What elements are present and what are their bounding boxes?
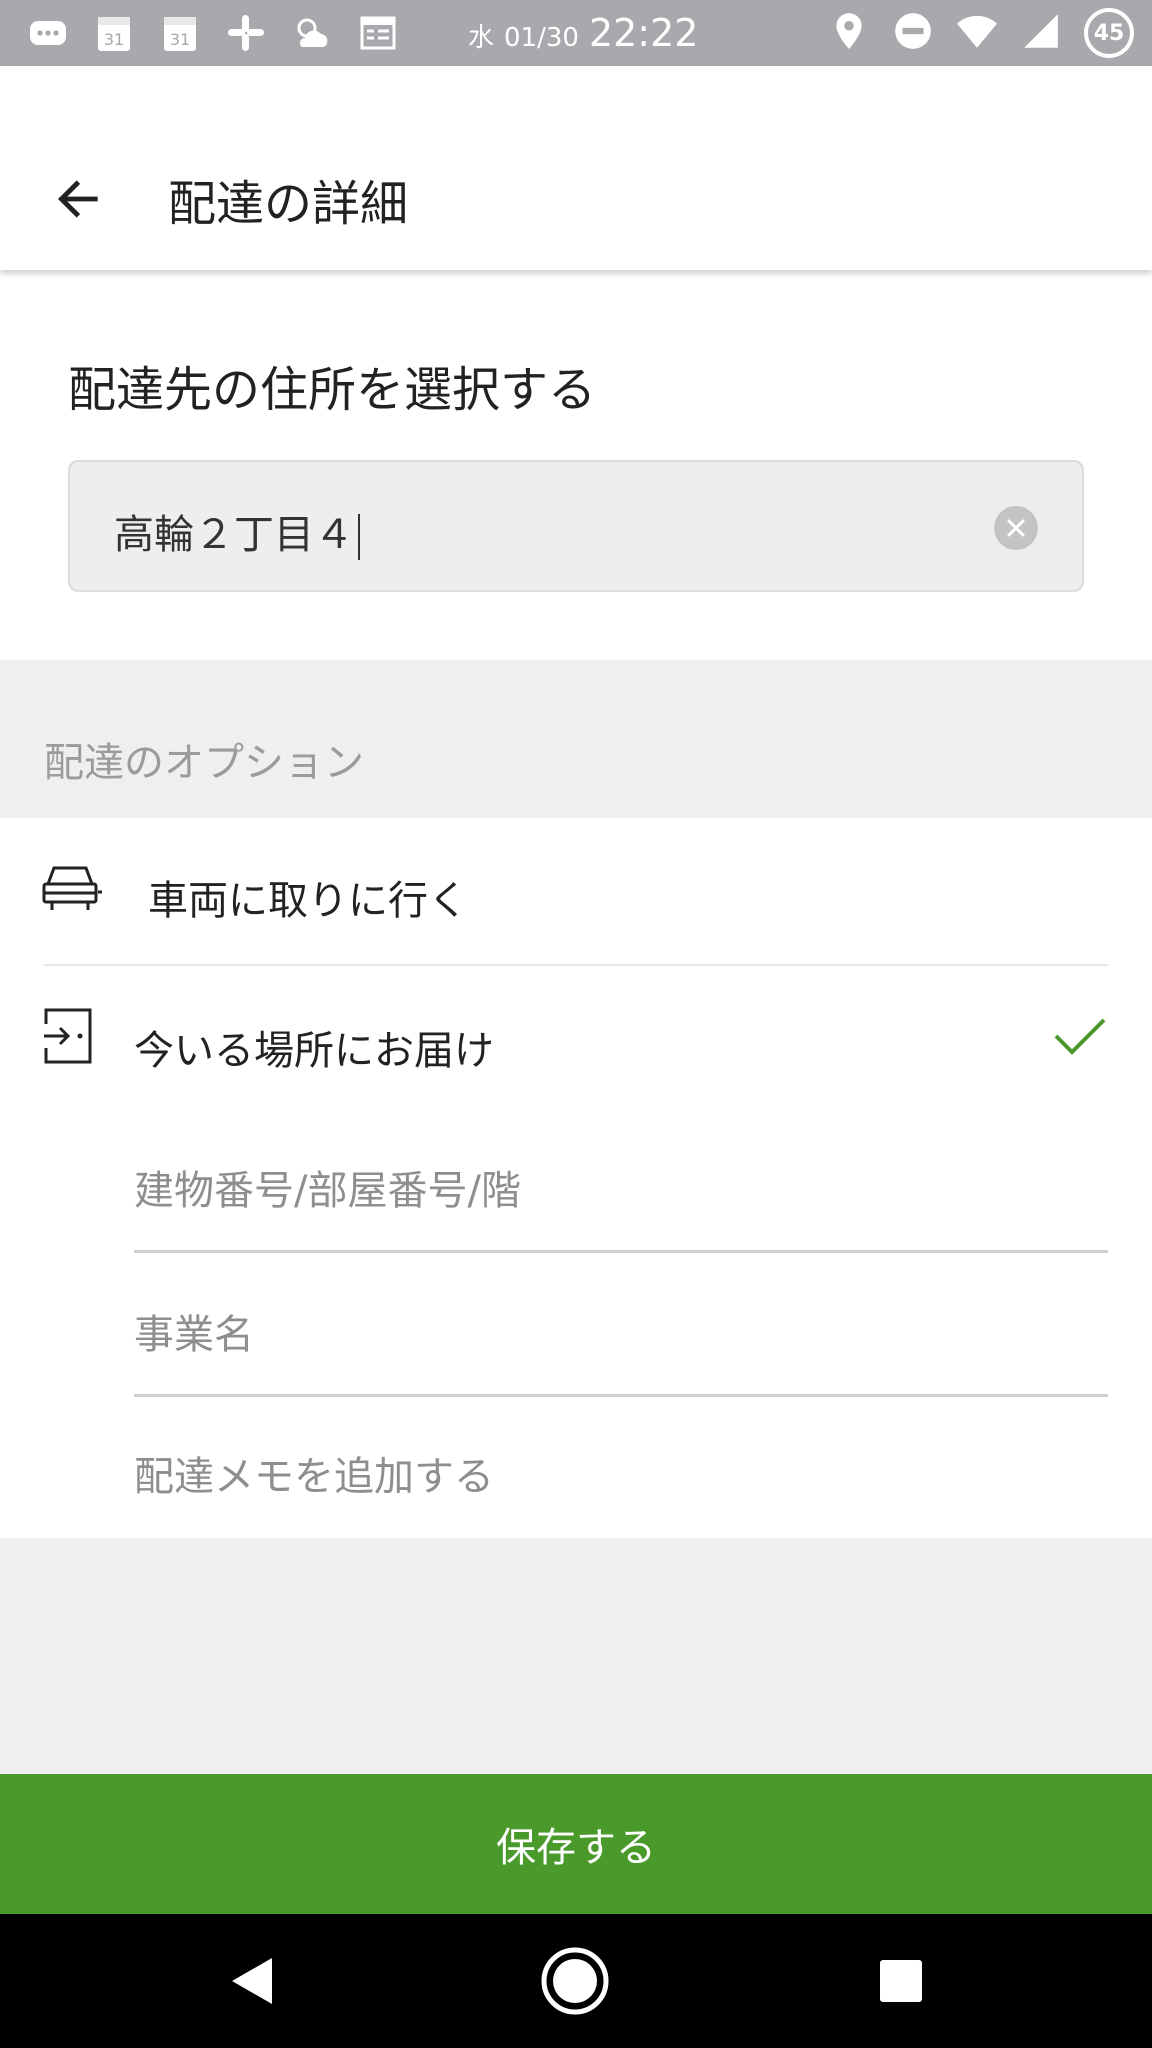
delivery-options-list: 車両に取りに行く 今いる場所にお届け 建物番号/部屋番号/階 事業名 配達メモを… — [0, 818, 1152, 1538]
car-icon — [42, 858, 102, 918]
address-heading: 配達先の住所を選択する — [68, 362, 597, 418]
status-date: 01/30 — [504, 23, 579, 53]
wifi-icon — [956, 10, 998, 56]
more-icon — [24, 11, 72, 55]
check-icon — [1052, 1008, 1108, 1064]
arrow-left-icon — [58, 180, 98, 218]
clear-input-button[interactable] — [994, 506, 1038, 550]
svg-text:31: 31 — [104, 30, 124, 49]
news-icon — [354, 11, 402, 55]
nav-back-button[interactable] — [218, 1946, 288, 2016]
save-button-label: 保存する — [496, 1825, 656, 1871]
address-search-input[interactable]: 高輪２丁目４ — [68, 460, 1084, 592]
status-bar: 31 31 水 01/30 22:22 45 — [0, 0, 1152, 66]
calendar-icon: 31 — [90, 11, 138, 55]
battery-icon: 45 — [1084, 8, 1134, 58]
screen: 31 31 水 01/30 22:22 45 配達の詳細 配達先の住所を選択する… — [0, 0, 1152, 2048]
slack-icon — [222, 11, 270, 55]
weather-icon — [288, 11, 336, 55]
back-button[interactable] — [42, 162, 116, 236]
text-caret — [358, 514, 360, 560]
svg-text:31: 31 — [170, 30, 190, 49]
address-input-value: 高輪２丁目４ — [114, 502, 360, 560]
nav-home-button[interactable] — [540, 1946, 610, 2016]
option-deliver-here[interactable]: 今いる場所にお届け — [0, 966, 1152, 1112]
close-icon — [1007, 519, 1025, 537]
field-underline — [134, 1250, 1108, 1253]
nav-recents-button[interactable] — [866, 1946, 936, 2016]
triangle-back-icon — [232, 1958, 272, 2004]
signal-icon — [1020, 10, 1062, 56]
status-datetime: 水 01/30 22:22 — [468, 11, 698, 55]
empty-area — [0, 1538, 1152, 1774]
notification-icons: 31 31 水 01/30 22:22 — [0, 11, 698, 55]
status-weekday: 水 — [468, 23, 495, 53]
status-time: 22:22 — [588, 11, 699, 55]
system-icons: 45 — [828, 0, 1134, 66]
home-circle-icon — [541, 1947, 609, 2015]
calendar-icon: 31 — [156, 11, 204, 55]
address-section: 配達先の住所を選択する 高輪２丁目４ — [0, 270, 1152, 660]
app-bar: 配達の詳細 — [0, 66, 1152, 270]
option-label: 車両に取りに行く — [148, 878, 468, 924]
location-icon — [828, 10, 870, 56]
option-label: 今いる場所にお届け — [134, 1028, 494, 1074]
dnd-icon — [892, 10, 934, 56]
save-button[interactable]: 保存する — [0, 1774, 1152, 1914]
delivery-note-field[interactable]: 配達メモを追加する — [134, 1444, 494, 1502]
door-icon — [42, 1006, 102, 1066]
option-pickup-at-vehicle[interactable]: 車両に取りに行く — [0, 818, 1152, 964]
options-section-title: 配達のオプション — [44, 740, 364, 786]
field-underline — [134, 1394, 1108, 1397]
building-room-floor-field[interactable]: 建物番号/部屋番号/階 — [134, 1158, 521, 1216]
square-recents-icon — [880, 1960, 922, 2002]
options-header: 配達のオプション — [0, 660, 1152, 818]
page-title: 配達の詳細 — [168, 176, 409, 232]
business-name-field[interactable]: 事業名 — [134, 1302, 254, 1360]
navigation-bar — [0, 1914, 1152, 2048]
